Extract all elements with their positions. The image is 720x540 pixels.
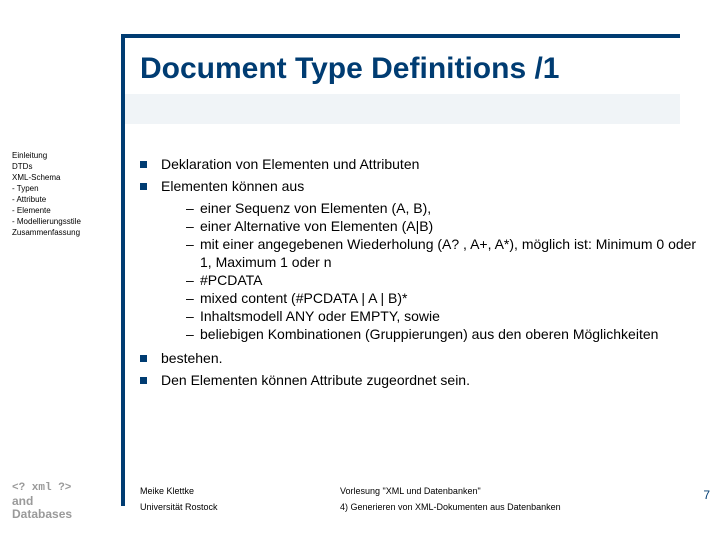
footer-author: Meike Klettke bbox=[140, 486, 340, 496]
sub-bullet-text: beliebigen Kombinationen (Gruppierungen)… bbox=[200, 325, 700, 343]
bullet-text: Deklaration von Elementen und Attributen bbox=[161, 155, 700, 174]
square-bullet-icon bbox=[140, 161, 147, 168]
sub-bullet-text: mixed content (#PCDATA | A | B)* bbox=[200, 289, 700, 307]
bullet-item: Deklaration von Elementen und Attributen bbox=[140, 155, 700, 174]
footer-chapter: 4) Generieren von XML-Dokumenten aus Dat… bbox=[340, 502, 561, 512]
dash-icon: – bbox=[186, 289, 200, 307]
square-bullet-icon bbox=[140, 377, 147, 384]
logo-line-db: Databases bbox=[12, 508, 72, 521]
sidebar-item: XML-Schema bbox=[12, 172, 116, 183]
outline-sidebar: Einleitung DTDs XML-Schema - Typen - Att… bbox=[12, 150, 116, 238]
bullet-text: bestehen. bbox=[161, 349, 700, 368]
sub-bullet-item: –einer Sequenz von Elementen (A, B), bbox=[186, 199, 700, 217]
dash-icon: – bbox=[186, 199, 200, 217]
frame-top-rule bbox=[125, 34, 680, 38]
sidebar-item: Einleitung bbox=[12, 150, 116, 161]
sidebar-item: - Attribute bbox=[12, 194, 116, 205]
bullet-text: Elementen können aus bbox=[161, 177, 700, 196]
slide-title: Document Type Definitions /1 bbox=[140, 52, 560, 86]
page-number: 7 bbox=[703, 488, 710, 502]
square-bullet-icon bbox=[140, 355, 147, 362]
footer: Meike Klettke Vorlesung "XML und Datenba… bbox=[140, 486, 680, 512]
sub-bullet-list: –einer Sequenz von Elementen (A, B), –ei… bbox=[186, 199, 700, 343]
sub-bullet-item: –mixed content (#PCDATA | A | B)* bbox=[186, 289, 700, 307]
sub-bullet-item: –beliebigen Kombinationen (Gruppierungen… bbox=[186, 325, 700, 343]
logo-block: <? xml ?> and Databases bbox=[12, 482, 72, 521]
sub-bullet-item: –Inhaltsmodell ANY oder EMPTY, sowie bbox=[186, 307, 700, 325]
bullet-item: bestehen. bbox=[140, 349, 700, 368]
sub-bullet-text: einer Alternative von Elementen (A|B) bbox=[200, 217, 700, 235]
dash-icon: – bbox=[186, 307, 200, 325]
sub-bullet-text: Inhaltsmodell ANY oder EMPTY, sowie bbox=[200, 307, 700, 325]
dash-icon: – bbox=[186, 217, 200, 235]
bullet-item: Elementen können aus bbox=[140, 177, 700, 196]
sidebar-item: Zusammenfassung bbox=[12, 227, 116, 238]
dash-icon: – bbox=[186, 235, 200, 253]
sidebar-item: - Typen bbox=[12, 183, 116, 194]
content-area: Deklaration von Elementen und Attributen… bbox=[140, 155, 700, 393]
dash-icon: – bbox=[186, 271, 200, 289]
sub-bullet-item: –einer Alternative von Elementen (A|B) bbox=[186, 217, 700, 235]
footer-university: Universität Rostock bbox=[140, 502, 340, 512]
sidebar-item: - Modellierungsstile bbox=[12, 216, 116, 227]
sub-bullet-text: mit einer angegebenen Wiederholung (A? ,… bbox=[200, 235, 700, 271]
dash-icon: – bbox=[186, 325, 200, 343]
sub-bullet-item: –mit einer angegebenen Wiederholung (A? … bbox=[186, 235, 700, 271]
sub-bullet-text: einer Sequenz von Elementen (A, B), bbox=[200, 199, 700, 217]
bullet-item: Den Elementen können Attribute zugeordne… bbox=[140, 371, 700, 390]
square-bullet-icon bbox=[140, 183, 147, 190]
bullet-text: Den Elementen können Attribute zugeordne… bbox=[161, 371, 700, 390]
sidebar-item: - Elemente bbox=[12, 205, 116, 216]
sub-bullet-text: #PCDATA bbox=[200, 271, 700, 289]
footer-lecture: Vorlesung "XML und Datenbanken" bbox=[340, 486, 481, 496]
sub-bullet-item: –#PCDATA bbox=[186, 271, 700, 289]
title-underlay bbox=[125, 94, 680, 124]
sidebar-item: DTDs bbox=[12, 161, 116, 172]
